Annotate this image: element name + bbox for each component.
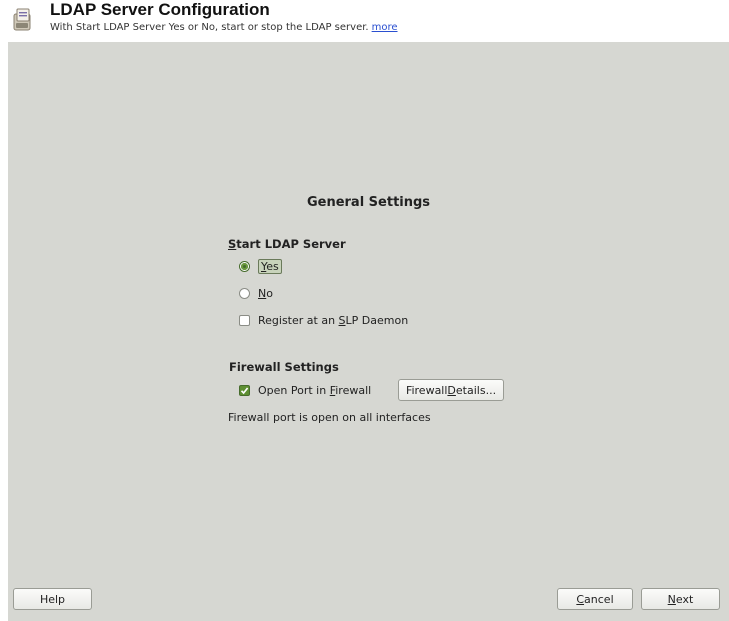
page-title: LDAP Server Configuration (50, 0, 270, 19)
open-port-after: irewall (335, 384, 372, 397)
firewall-status-text: Firewall port is open on all interfaces (228, 411, 431, 424)
register-slp-label: Register at an SLP Daemon (258, 314, 408, 327)
register-slp-mnemonic: S (338, 314, 346, 327)
page-subtitle: With Start LDAP Server Yes or No, start … (50, 22, 398, 33)
next-label-rest: ext (675, 592, 694, 606)
open-port-option[interactable]: Open Port in Firewall (239, 384, 371, 397)
section-title: General Settings (306, 195, 431, 210)
details-before: Firewall (405, 383, 448, 397)
firewall-settings-label: Firewall Settings (229, 360, 339, 374)
start-server-label-rest: tart LDAP Server (236, 237, 346, 251)
details-mnemonic: D (447, 383, 456, 397)
ldap-config-icon (12, 6, 34, 32)
next-button[interactable]: Next (641, 588, 720, 610)
register-slp-after: LP Daemon (345, 314, 409, 327)
start-ldap-server-label: Start LDAP Server (228, 237, 346, 251)
details-after: etails... (455, 383, 497, 397)
cancel-label-rest: ancel (584, 592, 614, 606)
more-link[interactable]: more (372, 22, 398, 33)
no-label-rest: o (266, 287, 273, 300)
register-slp-option[interactable]: Register at an SLP Daemon (239, 314, 408, 327)
register-slp-checkbox[interactable] (239, 315, 250, 326)
cancel-button[interactable]: Cancel (557, 588, 633, 610)
next-mnemonic: N (667, 592, 676, 606)
help-button[interactable]: Help (13, 588, 92, 610)
register-slp-before: Register at an (258, 314, 339, 327)
open-port-before: Open Port in (258, 384, 330, 397)
no-radio[interactable] (239, 288, 250, 299)
checkmark-icon (240, 387, 249, 395)
no-label: No (258, 287, 273, 300)
yes-radio[interactable] (239, 261, 250, 272)
open-port-label: Open Port in Firewall (258, 384, 371, 397)
dialog-header: LDAP Server Configuration With Start LDA… (0, 0, 729, 40)
no-radio-option[interactable]: No (239, 287, 273, 300)
subtitle-text: With Start LDAP Server Yes or No, start … (50, 22, 369, 33)
yes-radio-option[interactable]: Yes (239, 259, 282, 274)
yes-label: Yes (258, 259, 282, 274)
cancel-mnemonic: C (576, 592, 585, 606)
no-mnemonic: N (258, 287, 267, 300)
open-port-checkbox[interactable] (239, 385, 250, 396)
main-panel: General Settings Start LDAP Server Yes N… (8, 42, 729, 621)
firewall-details-button[interactable]: Firewall Details... (398, 379, 504, 401)
yes-label-rest: es (266, 260, 279, 273)
